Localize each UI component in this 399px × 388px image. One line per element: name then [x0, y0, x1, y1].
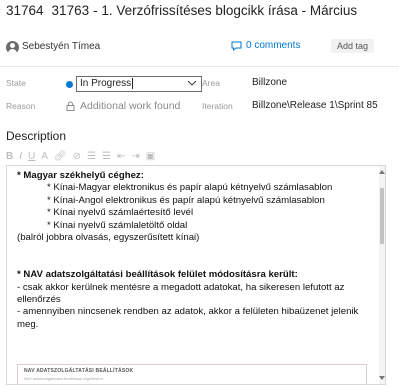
embedded-screenshot-title: NAV ADATSZOLGÁLTATÁSI BEÁLLÍTÁSOK	[24, 368, 134, 374]
comment-icon	[231, 41, 242, 51]
state-value: In Progress	[80, 78, 132, 90]
comments-link[interactable]: 0 comments	[231, 40, 300, 51]
work-item-title[interactable]: - 1. Verzófrissítéses blogcikk írása - M…	[93, 3, 357, 18]
desc-line: * Magyar székhelyű céghez:	[17, 170, 144, 181]
lock-icon	[66, 101, 75, 111]
reason-label: Reason	[6, 101, 36, 111]
bold-icon[interactable]: B	[6, 151, 13, 162]
embedded-screenshot[interactable]: NAV ADATSZOLGÁLTATÁSI BEÁLLÍTÁSOK NAV ad…	[17, 364, 367, 384]
scroll-down-arrow-icon[interactable]	[379, 376, 385, 380]
reason-field[interactable]: Additional work found	[66, 100, 180, 112]
work-item-id: 31764	[6, 3, 44, 18]
description-heading: Description	[6, 129, 67, 143]
work-item-title-bar: 31764 31763- 1. Verzófrissítéses blogcikk…	[6, 3, 396, 18]
avatar[interactable]	[6, 41, 19, 54]
area-label: Area	[202, 78, 220, 88]
indent-icon[interactable]: ⇥	[131, 151, 139, 162]
scrollbar-thumb[interactable]	[380, 188, 384, 244]
desc-line: (balról jobbra olvasás, egyszerűsített k…	[17, 232, 200, 244]
state-label: State	[6, 78, 26, 88]
work-item-meta-row: Sebestyén Tímea 0 comments Add tag	[6, 39, 396, 58]
desc-line: * Kínai nyelvű számlaértesítő levél	[47, 207, 194, 219]
scroll-up-arrow-icon[interactable]	[379, 170, 385, 174]
reason-value: Additional work found	[80, 100, 181, 112]
desc-line: * Kínai nyelvű számlaletöltő oldal	[47, 219, 188, 231]
iteration-value[interactable]: Billzone\Release 1\Sprint 85	[252, 100, 378, 111]
text-color-icon[interactable]: A	[41, 151, 48, 162]
description-editor[interactable]: * Magyar székhelyű céghez: * Kínai-Magya…	[6, 165, 386, 385]
desc-line: - amennyiben nincsenek rendben az adatok…	[17, 306, 359, 330]
desc-line: * Kínai-Angol elektronikus és papír alap…	[47, 194, 325, 206]
desc-line: * NAV adatszolgáltatási beállítások felü…	[17, 269, 298, 281]
numbered-list-icon[interactable]: ☰	[102, 151, 111, 162]
italic-icon[interactable]: I	[19, 151, 22, 162]
parent-work-item-id: 31763	[51, 3, 90, 18]
underline-icon[interactable]: U	[28, 151, 35, 162]
link-icon[interactable]: 🔗︎	[54, 151, 67, 162]
state-indicator-dot	[66, 81, 73, 88]
header-divider	[0, 66, 399, 67]
desc-line: - csak akkor kerülnek mentésre a megadot…	[17, 281, 345, 306]
image-icon[interactable]: ▣	[146, 151, 155, 162]
outdent-icon[interactable]: ⇤	[117, 151, 125, 162]
editor-scrollbar[interactable]	[379, 166, 385, 384]
chevron-down-icon	[187, 80, 197, 86]
embedded-screenshot-subtitle: NAV adatszolgáltatási beállításai rögzít…	[24, 376, 104, 381]
iteration-label: Iteration	[202, 101, 233, 111]
clear-format-icon[interactable]: ⊘	[73, 151, 81, 162]
description-content[interactable]: * Magyar székhelyű céghez: * Kínai-Magya…	[17, 170, 375, 331]
text-cursor	[132, 78, 134, 89]
state-dropdown[interactable]: In Progress	[76, 76, 202, 92]
rich-text-toolbar: B I U A 🔗︎ ⊘ ☰ ☰ ⇤ ⇥ ▣	[6, 149, 155, 163]
desc-line: * Kínai-Magyar elektronikus és papír ala…	[47, 182, 333, 194]
comments-count: 0 comments	[246, 40, 301, 51]
bulleted-list-icon[interactable]: ☰	[87, 151, 96, 162]
assignee-name[interactable]: Sebestyén Tímea	[22, 41, 100, 52]
add-tag-button[interactable]: Add tag	[331, 39, 375, 53]
area-value[interactable]: Billzone	[252, 77, 287, 88]
